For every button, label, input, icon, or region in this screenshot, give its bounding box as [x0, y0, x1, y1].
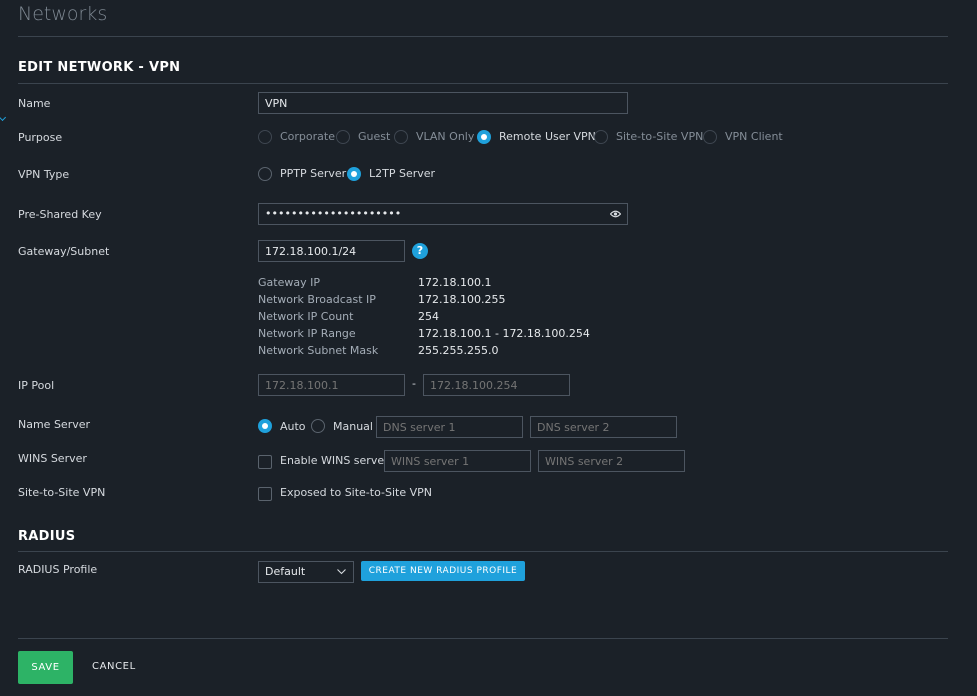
- radius-divider: [18, 551, 948, 552]
- site-to-site-label: Site-to-Site VPN: [18, 486, 106, 499]
- info-ip-count-key: Network IP Count: [258, 310, 354, 323]
- enable-wins-checkbox[interactable]: [258, 455, 272, 469]
- name-server-label: Name Server: [18, 418, 91, 431]
- radius-heading: RADIUS: [18, 529, 76, 544]
- psk-input[interactable]: •••••••••••••••••••••: [258, 203, 628, 225]
- purpose-vpn-client-radio[interactable]: [703, 130, 717, 144]
- page-title: Networks: [18, 3, 108, 25]
- eye-icon[interactable]: [610, 210, 621, 218]
- purpose-guest-radio[interactable]: [336, 130, 350, 144]
- vpn-type-radio-group: PPTP Server L2TP Server: [258, 166, 458, 182]
- purpose-corporate-radio[interactable]: [258, 130, 272, 144]
- ip-pool-label: IP Pool: [18, 379, 55, 392]
- info-ip-range-value: 172.18.100.1 - 172.18.100.254: [418, 327, 590, 340]
- enable-wins-label: Enable WINS server: [280, 454, 389, 467]
- psk-value: •••••••••••••••••••••: [265, 207, 402, 220]
- wins-server-label: WINS Server: [18, 452, 87, 465]
- help-icon[interactable]: ?: [412, 243, 428, 259]
- info-subnet-mask-key: Network Subnet Mask: [258, 344, 379, 357]
- purpose-vpn-client-label: VPN Client: [725, 130, 783, 143]
- title-divider: [18, 36, 948, 37]
- psk-label: Pre-Shared Key: [18, 208, 102, 221]
- purpose-radio-group: Corporate Guest VLAN Only Remote User VP…: [258, 129, 798, 145]
- wins-server-1-input[interactable]: [384, 450, 531, 472]
- edit-network-heading: EDIT NETWORK - VPN: [18, 60, 181, 75]
- ip-pool-start-input[interactable]: [258, 374, 405, 396]
- info-ip-range-key: Network IP Range: [258, 327, 356, 340]
- purpose-site-to-site-label: Site-to-Site VPN: [616, 130, 704, 143]
- create-radius-profile-button[interactable]: CREATE NEW RADIUS PROFILE: [361, 561, 525, 581]
- name-server-manual-radio[interactable]: [311, 419, 325, 433]
- purpose-vlan-only-radio[interactable]: [394, 130, 408, 144]
- purpose-corporate-label: Corporate: [280, 130, 335, 143]
- purpose-guest-label: Guest: [358, 130, 391, 143]
- vpn-type-pptp-label: PPTP Server: [280, 167, 347, 180]
- name-input[interactable]: [258, 92, 628, 114]
- purpose-site-to-site-radio[interactable]: [594, 130, 608, 144]
- ip-pool-end-input[interactable]: [423, 374, 570, 396]
- purpose-remote-user-vpn-label: Remote User VPN: [499, 130, 596, 143]
- vpn-type-pptp-radio[interactable]: [258, 167, 272, 181]
- section-divider: [18, 83, 948, 84]
- name-label: Name: [18, 97, 51, 110]
- gateway-input[interactable]: [258, 240, 405, 262]
- gateway-label: Gateway/Subnet: [18, 245, 110, 258]
- name-server-auto-radio[interactable]: [258, 419, 272, 433]
- purpose-label: Purpose: [18, 131, 63, 144]
- info-broadcast-key: Network Broadcast IP: [258, 293, 376, 306]
- info-broadcast-value: 172.18.100.255: [418, 293, 506, 306]
- radius-profile-label: RADIUS Profile: [18, 563, 98, 576]
- dns-server-2-input[interactable]: [530, 416, 677, 438]
- name-server-manual-label: Manual: [333, 420, 373, 433]
- vpn-type-l2tp-radio[interactable]: [347, 167, 361, 181]
- radius-profile-selected: Default: [265, 565, 306, 578]
- info-gateway-ip-value: 172.18.100.1: [418, 276, 492, 289]
- chevron-down-icon: [337, 569, 346, 575]
- save-button[interactable]: SAVE: [18, 651, 73, 684]
- info-gateway-ip-key: Gateway IP: [258, 276, 320, 289]
- ip-pool-separator: -: [412, 377, 416, 390]
- wins-server-2-input[interactable]: [538, 450, 685, 472]
- purpose-vlan-only-label: VLAN Only: [416, 130, 475, 143]
- site-to-site-checkbox[interactable]: [258, 487, 272, 501]
- info-ip-count-value: 254: [418, 310, 439, 323]
- vpn-type-l2tp-label: L2TP Server: [369, 167, 436, 180]
- cancel-button[interactable]: CANCEL: [92, 661, 136, 672]
- site-to-site-checkbox-label: Exposed to Site-to-Site VPN: [280, 486, 432, 499]
- name-server-auto-label: Auto: [280, 420, 306, 433]
- info-subnet-mask-value: 255.255.255.0: [418, 344, 499, 357]
- footer-divider: [18, 638, 948, 639]
- sidebar-collapse-icon[interactable]: [0, 113, 7, 122]
- purpose-remote-user-vpn-radio[interactable]: [477, 130, 491, 144]
- dns-server-1-input[interactable]: [376, 416, 523, 438]
- radius-profile-select[interactable]: Default: [258, 561, 354, 583]
- vpn-type-label: VPN Type: [18, 168, 70, 181]
